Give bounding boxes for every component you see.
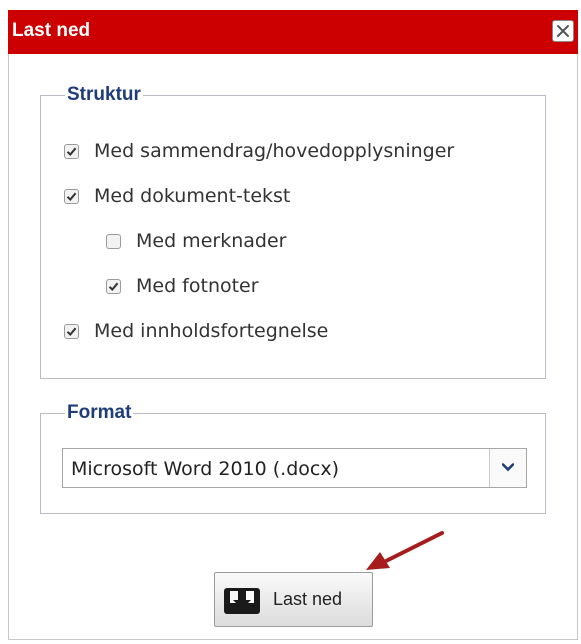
option-dokument-tekst[interactable]: Med dokument-tekst — [64, 185, 290, 207]
checkbox-sammendrag[interactable] — [64, 143, 79, 159]
red-arrow-icon — [366, 531, 444, 570]
format-selected-value: Microsoft Word 2010 (.docx) — [71, 458, 340, 480]
close-icon — [557, 25, 569, 37]
option-label: Med merknader — [136, 230, 287, 252]
checkbox-merknader[interactable] — [106, 233, 121, 249]
download-dialog: Last ned Struktur Med sammendrag/hovedop… — [0, 0, 581, 644]
dialog-title: Last ned — [12, 20, 91, 41]
checkmark-icon — [66, 327, 77, 336]
option-label: Med innholdsfortegnelse — [94, 320, 329, 342]
checkbox-fotnoter[interactable] — [106, 278, 121, 294]
close-button[interactable] — [552, 20, 574, 42]
option-sammendrag[interactable]: Med sammendrag/hovedopplysninger — [64, 140, 454, 162]
option-fotnoter[interactable]: Med fotnoter — [106, 275, 259, 297]
download-button[interactable]: Last ned — [214, 572, 373, 627]
checkmark-icon — [108, 282, 119, 291]
option-label: Med sammendrag/hovedopplysninger — [94, 140, 455, 162]
download-tray-icon — [224, 588, 260, 614]
struktur-legend: Struktur — [67, 84, 141, 105]
checkmark-icon — [66, 147, 77, 156]
chevron-down-icon — [502, 463, 514, 472]
checkbox-innholdsfortegnelse[interactable] — [64, 323, 79, 339]
option-innholdsfortegnelse[interactable]: Med innholdsfortegnelse — [64, 320, 328, 342]
option-label: Med dokument-tekst — [94, 185, 291, 207]
format-legend: Format — [67, 402, 132, 423]
format-select[interactable]: Microsoft Word 2010 (.docx) — [62, 448, 527, 488]
checkmark-icon — [66, 192, 77, 201]
download-button-label: Last ned — [273, 589, 343, 609]
option-label: Med fotnoter — [136, 275, 259, 297]
option-merknader[interactable]: Med merknader — [106, 230, 286, 252]
dialog-titlebar: Last ned — [8, 10, 578, 54]
checkbox-dokument-tekst[interactable] — [64, 188, 79, 204]
format-dropdown-toggle[interactable] — [489, 449, 526, 487]
